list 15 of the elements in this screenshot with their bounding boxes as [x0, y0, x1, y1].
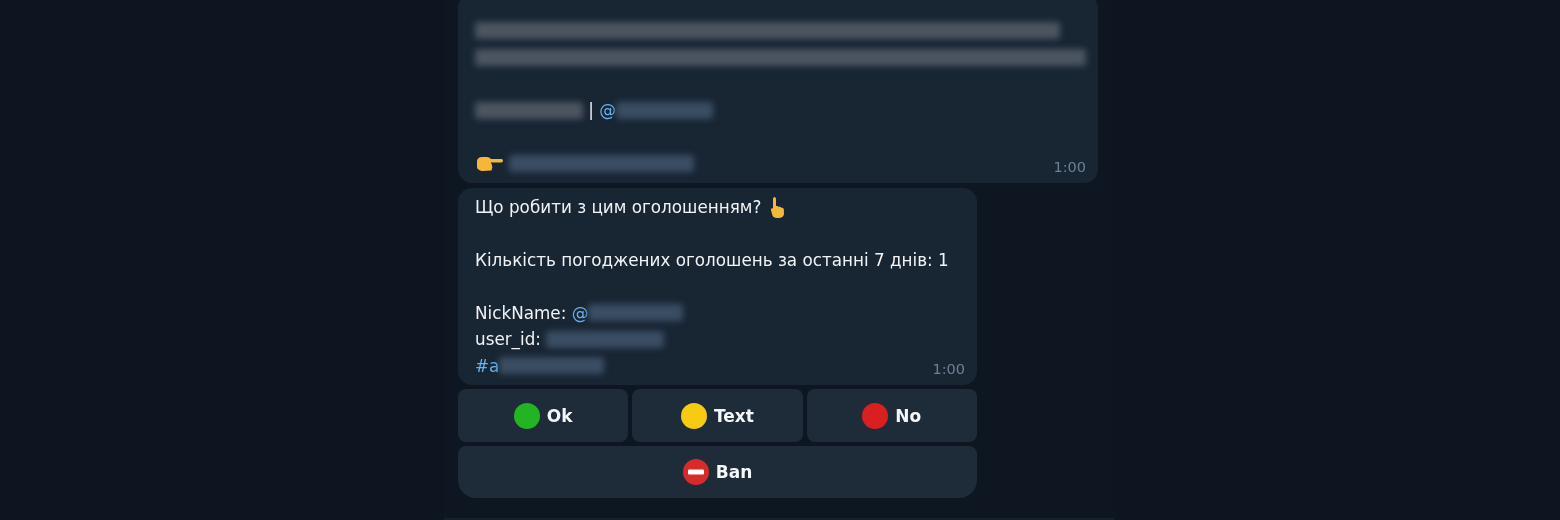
- keyboard-button[interactable]: Ok: [458, 389, 629, 442]
- no-entry-icon: [682, 459, 709, 485]
- link[interactable]: #a: [475, 352, 500, 379]
- message-text: Що робити з цим оголошенням?: [475, 195, 763, 219]
- keyboard-button[interactable]: Ban: [458, 446, 977, 498]
- message-time: 1:00: [1053, 157, 1086, 177]
- link[interactable]: @: [571, 299, 589, 326]
- keyboard-button[interactable]: Text: [632, 389, 803, 442]
- link[interactable]: @: [599, 97, 617, 124]
- message-text: user_id:: [475, 328, 542, 352]
- message-text: NickName:: [475, 301, 568, 325]
- message-text: Кількість погоджених оголошень за останні 7 днів: 1: [475, 248, 949, 272]
- message-text: |: [587, 99, 595, 122]
- keyboard-button[interactable]: No: [806, 389, 977, 442]
- message-time: 1:00: [932, 360, 965, 379]
